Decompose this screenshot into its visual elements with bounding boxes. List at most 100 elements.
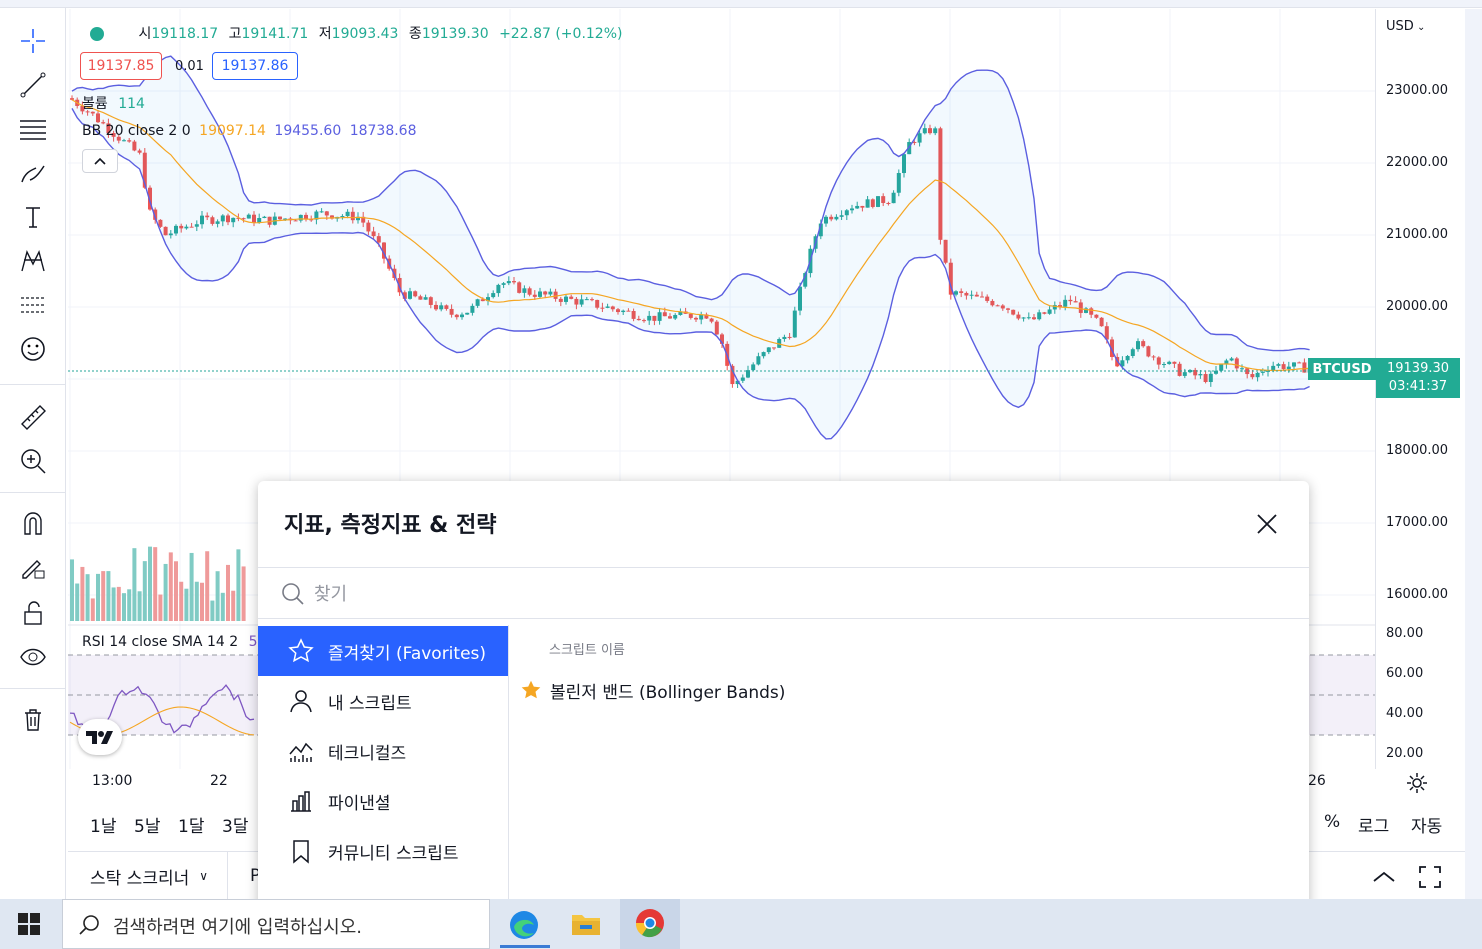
crosshair-icon[interactable] — [14, 24, 52, 58]
auto-scale-button[interactable]: 자동 — [1411, 812, 1442, 837]
taskbar-search-box[interactable]: 검색하려면 여기에 입력하십시오. — [62, 899, 490, 949]
volume-bar — [106, 571, 111, 621]
volume-bar — [142, 561, 147, 621]
search-input[interactable] — [314, 580, 1214, 608]
expand-panel-icon[interactable] — [1371, 864, 1397, 890]
rsi-tick: 80.00 — [1386, 626, 1424, 641]
category-community-scripts[interactable]: 커뮤니티 스크립트 — [258, 826, 508, 876]
volume-bar — [194, 581, 199, 621]
lock-drawing-icon[interactable] — [14, 550, 52, 584]
category-technicals-label: 테크니컬즈 — [328, 743, 407, 764]
volume-legend: 볼륨 114 — [82, 93, 145, 113]
volume-bar — [168, 552, 173, 621]
category-favorites[interactable]: 즐겨찾기 (Favorites) — [258, 626, 508, 676]
prediction-icon[interactable] — [14, 288, 52, 322]
low-value: 19093.43 — [331, 26, 399, 42]
bb-upper-value: 19455.60 — [274, 123, 342, 139]
unlock-icon[interactable] — [14, 596, 52, 630]
volume-bar — [116, 586, 121, 621]
zoom-in-icon[interactable] — [14, 444, 52, 478]
collapse-legend-button[interactable] — [82, 149, 118, 173]
volume-bar — [241, 566, 246, 621]
tradingview-logo[interactable] — [78, 719, 122, 755]
range-1m-button[interactable]: 1달 — [178, 812, 204, 837]
fullscreen-icon[interactable] — [1417, 864, 1443, 890]
low-label: 저 — [318, 26, 332, 42]
volume-bar — [127, 589, 132, 621]
rsi-tick: 40.00 — [1386, 706, 1424, 721]
volume-bar — [236, 549, 241, 621]
currency-label: USD — [1386, 19, 1414, 34]
eye-icon[interactable] — [14, 640, 52, 674]
ruler-icon[interactable] — [14, 400, 52, 434]
search-row — [258, 567, 1309, 619]
bar-countdown: 03:41:37 — [1388, 379, 1448, 394]
chrome-taskbar-button[interactable] — [620, 899, 680, 949]
status-dot-icon — [90, 27, 104, 41]
tab-stock-screener[interactable]: 스탁 스크리너 ∨ — [68, 852, 228, 900]
price-axis[interactable]: USD ⌄ 23000.00 22000.00 21000.00 20000.00 18… — [1308, 9, 1465, 769]
tv-logo-icon — [86, 731, 113, 744]
brush-icon[interactable] — [14, 156, 52, 190]
rsi-tick: 60.00 — [1386, 666, 1424, 681]
script-list-item[interactable]: 볼린저 밴드 (Bollinger Bands) — [520, 675, 785, 705]
log-scale-button[interactable]: 로그 — [1358, 812, 1389, 837]
pattern-icon[interactable] — [14, 244, 52, 278]
search-icon — [79, 915, 99, 935]
category-my-scripts[interactable]: 내 스크립트 — [258, 676, 508, 726]
bb-fill — [72, 56, 1310, 439]
volume-bar — [200, 582, 204, 621]
sell-button[interactable]: 19137.85 — [80, 52, 162, 80]
volume-bar — [111, 587, 116, 621]
price-tick: 22000.00 — [1386, 155, 1449, 170]
chart-settings-icon[interactable] — [1404, 770, 1430, 796]
volume-bar — [90, 598, 95, 621]
bb-basis-value: 19097.14 — [199, 123, 266, 139]
search-icon — [282, 583, 304, 605]
smiley-icon[interactable] — [14, 332, 52, 366]
range-5d-button[interactable]: 5날 — [134, 812, 160, 837]
range-1d-button[interactable]: 1날 — [90, 812, 116, 837]
bb-label: BB 20 close 2 0 — [82, 123, 191, 139]
price-tick: 17000.00 — [1386, 515, 1449, 530]
chevron-down-icon: ∨ — [199, 869, 209, 883]
volume-bar — [153, 547, 158, 621]
category-community-scripts-label: 커뮤니티 스크립트 — [328, 843, 459, 864]
chevron-up-icon — [94, 157, 106, 165]
star-filled-icon[interactable] — [520, 679, 542, 701]
close-button[interactable] — [1250, 507, 1284, 541]
time-tick: 22 — [210, 773, 228, 789]
category-technicals[interactable]: 테크니컬즈 — [258, 726, 508, 776]
volume-bar — [231, 590, 236, 621]
magnet-icon[interactable] — [14, 506, 52, 540]
trend-line-icon[interactable] — [14, 68, 52, 102]
top-strip — [0, 0, 1482, 8]
windows-start-icon[interactable] — [18, 913, 40, 935]
taskbar-search-placeholder: 검색하려면 여기에 입력하십시오. — [113, 917, 363, 938]
percent-scale-button[interactable]: % — [1324, 812, 1340, 832]
fib-retracement-icon[interactable] — [14, 112, 52, 146]
range-3m-button[interactable]: 3달 — [222, 812, 248, 837]
script-name: 볼린저 밴드 (Bollinger Bands) — [550, 682, 786, 703]
rsi-tick: 20.00 — [1386, 746, 1424, 761]
price-tick: 16000.00 — [1386, 587, 1449, 602]
technicals-icon — [286, 736, 316, 766]
tab-stock-screener-label: 스탁 스크리너 — [90, 868, 190, 889]
high-label: 고 — [228, 26, 242, 42]
right-sidebar-strip — [1465, 9, 1482, 899]
close-label: 종 — [408, 26, 422, 42]
trash-icon[interactable] — [14, 702, 52, 736]
file-explorer-icon[interactable] — [570, 909, 602, 939]
time-tick: 26 — [1308, 773, 1326, 789]
category-financials[interactable]: 파이낸셜 — [258, 776, 508, 826]
volume-bar — [205, 551, 210, 621]
category-list: 즐겨찾기 (Favorites) 내 스크립트 테크니컬즈 파이낸셜 커뮤니티 … — [258, 625, 509, 921]
windows-taskbar: 검색하려면 여기에 입력하십시오. — [0, 899, 1482, 949]
buy-button[interactable]: 19137.86 — [212, 52, 298, 80]
volume-bar — [158, 594, 163, 621]
drawing-toolbar — [0, 8, 66, 900]
edge-browser-icon[interactable] — [506, 907, 542, 943]
text-icon[interactable] — [14, 200, 52, 234]
currency-selector[interactable]: USD ⌄ — [1386, 19, 1425, 34]
star-outline-icon — [286, 636, 316, 666]
